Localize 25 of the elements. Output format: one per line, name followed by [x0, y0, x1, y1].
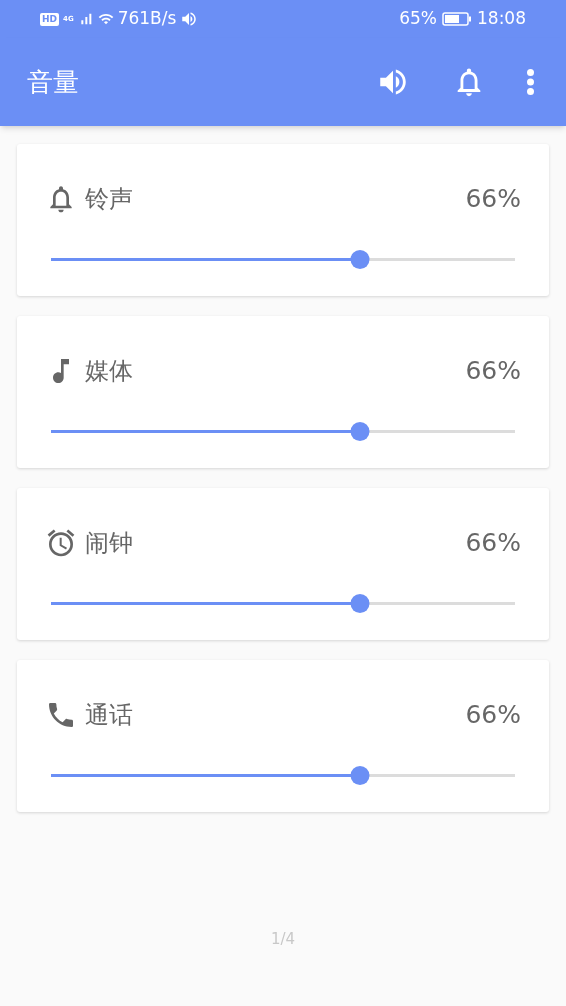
slider-thumb[interactable]	[350, 250, 370, 269]
battery-percent: 65%	[399, 7, 437, 31]
more-icon	[526, 69, 534, 95]
channel-name: 闹钟	[85, 527, 134, 559]
channel-name: 媒体	[85, 355, 134, 387]
page-title: 音量	[27, 65, 80, 99]
volume-slider[interactable]	[51, 765, 515, 786]
volume-percent: 66%	[465, 699, 521, 731]
channel-name: 通话	[85, 699, 134, 731]
clock: 18:08	[477, 7, 526, 31]
hd-badge: HD	[40, 12, 59, 26]
volume-percent: 66%	[465, 527, 521, 559]
volume-slider[interactable]	[51, 421, 515, 442]
battery-icon	[442, 12, 472, 26]
network-speed: 761B/s	[117, 7, 177, 31]
slider-thumb[interactable]	[350, 766, 370, 785]
volume-slider[interactable]	[51, 593, 515, 614]
slider-thumb[interactable]	[350, 422, 370, 441]
volume-slider[interactable]	[51, 249, 515, 270]
wifi-icon	[97, 11, 114, 27]
channel-name: 铃声	[85, 183, 134, 215]
slider-thumb[interactable]	[350, 594, 370, 613]
volume-percent: 66%	[465, 355, 521, 387]
volume-icon	[180, 10, 199, 28]
volume-percent: 66%	[465, 183, 521, 215]
